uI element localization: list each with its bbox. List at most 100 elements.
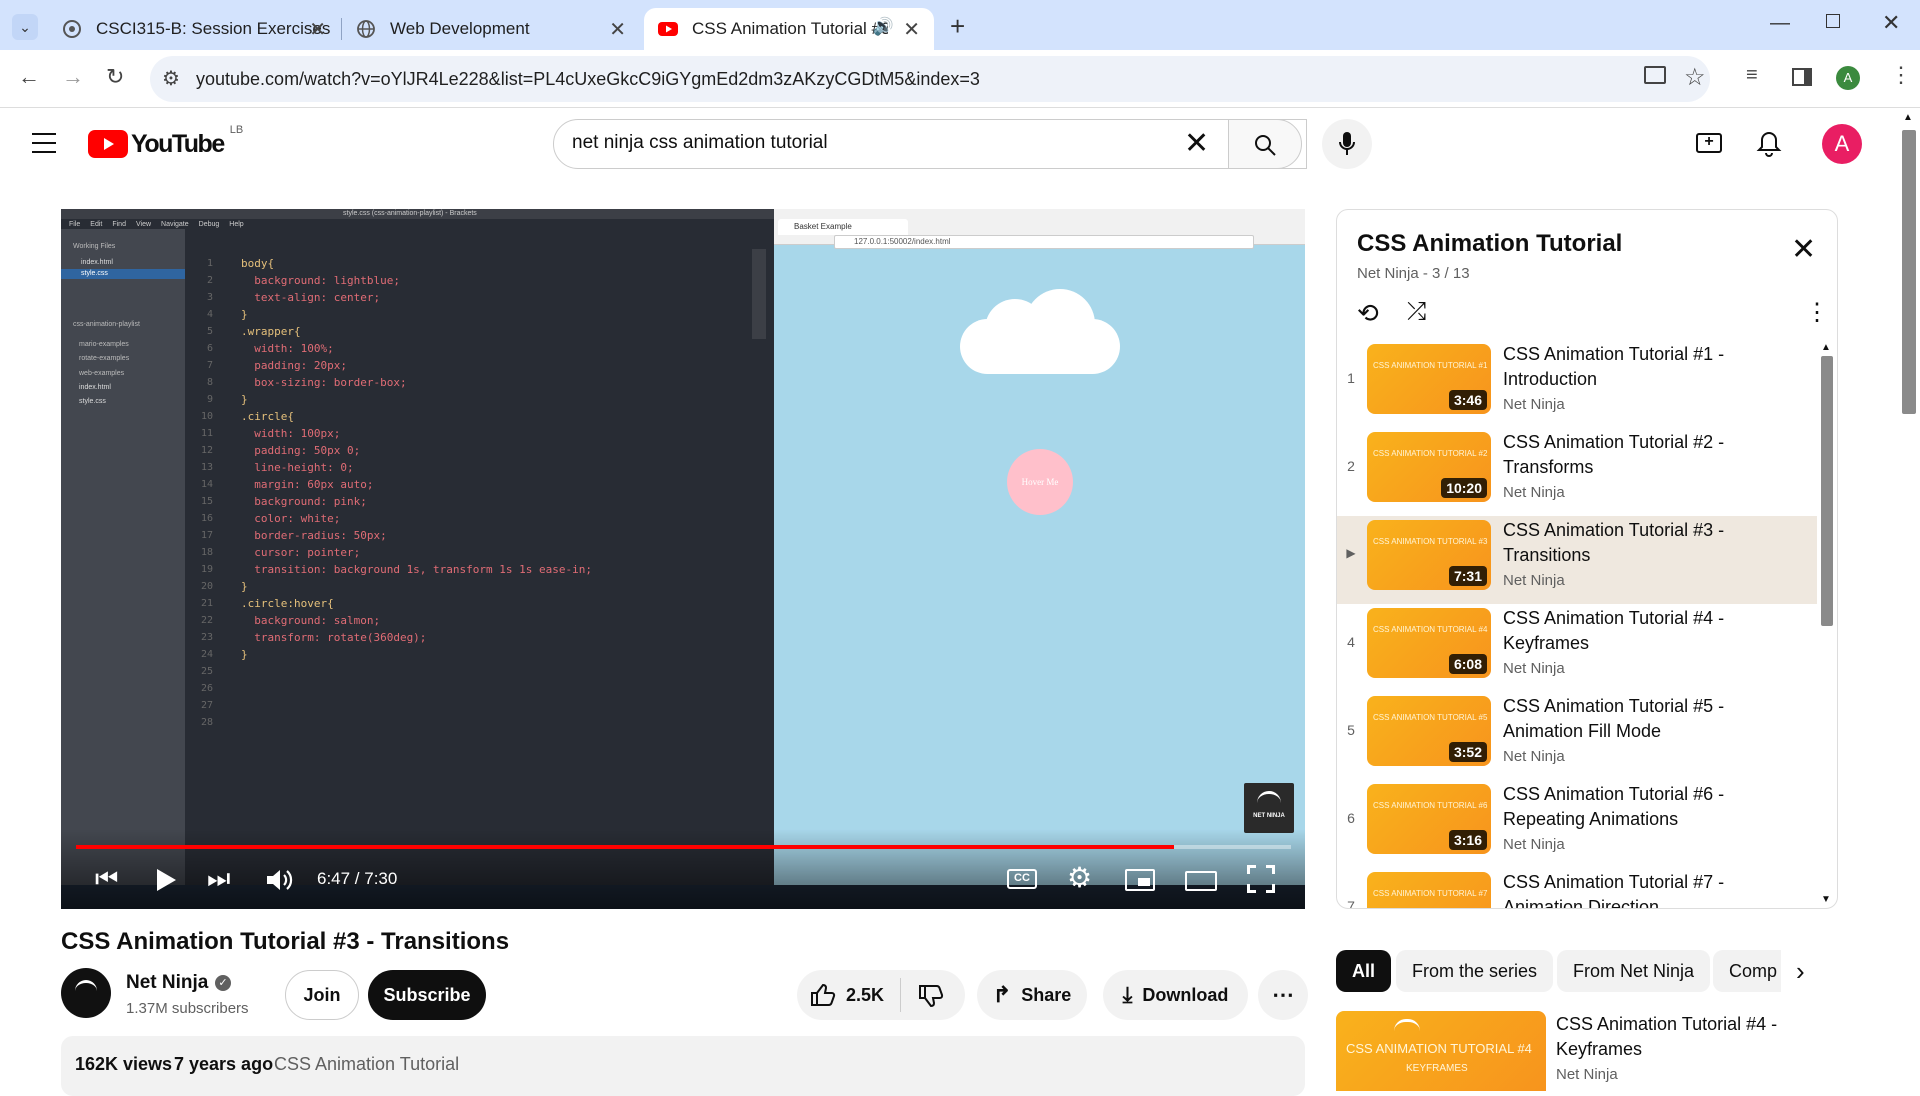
install-app-icon[interactable] [1644, 66, 1666, 84]
url-text[interactable]: youtube.com/watch?v=oYlJR4Le228&list=PL4… [196, 69, 980, 90]
join-button[interactable]: Join [285, 970, 359, 1020]
video-frame-editor: style.css (css-animation-playlist) - Bra… [61, 209, 774, 909]
playlist-scrollbar[interactable] [1821, 356, 1833, 626]
playlist-item[interactable]: 6 CSS ANIMATION TUTORIAL #6 3:16 CSS Anim… [1337, 780, 1817, 868]
chip-from-net-ninja[interactable]: From Net Ninja [1557, 950, 1711, 992]
search-input[interactable] [572, 132, 1172, 154]
speaker-icon[interactable]: 🔊 [873, 17, 894, 37]
playlist-item-current[interactable]: ▶ CSS ANIMATION TUTORIAL #3 7:31 CSS Anim… [1337, 516, 1817, 604]
next-icon[interactable]: ⏭ [207, 863, 230, 895]
bookmark-star-icon[interactable]: ☆ [1684, 63, 1706, 92]
progress-bar[interactable] [76, 845, 1291, 849]
thumbs-up-icon[interactable] [810, 983, 836, 1007]
line-number: 11 [201, 428, 214, 439]
previous-icon[interactable]: ⏮ [95, 863, 118, 895]
hover-circle: Hover Me [1007, 449, 1073, 515]
clear-search-icon[interactable]: ✕ [1184, 126, 1209, 161]
tab-search-icon[interactable]: ⌄ [12, 14, 38, 40]
hamburger-menu-icon[interactable] [32, 133, 56, 153]
code-line: background: pink; [241, 495, 367, 508]
youtube-favicon-icon [658, 22, 678, 36]
tab-web-development[interactable]: Web Development ✕ [342, 8, 640, 50]
code-line: .circle{ [241, 410, 294, 423]
search-button[interactable] [1228, 119, 1302, 169]
line-numbers: 1 2 3 4 5 6 7 8 9 10 11 12 13 14 15 16 17 18 19 20 21 22 23 24 2… [201, 255, 213, 731]
share-button[interactable]: ↱ Share [977, 970, 1087, 1020]
tab-title: Web Development [390, 19, 530, 38]
code-line: width: 100%; [241, 342, 334, 355]
volume-icon[interactable] [265, 867, 295, 893]
recommended-title[interactable]: CSS Animation Tutorial #4 - Keyframes [1556, 1012, 1816, 1062]
fullscreen-icon[interactable] [1247, 865, 1275, 893]
recommended-thumbnail[interactable]: CSS ANIMATION TUTORIAL #4 KEYFRAMES [1336, 1011, 1546, 1091]
page-scrollbar[interactable] [1902, 130, 1916, 414]
close-icon[interactable]: ✕ [903, 17, 920, 42]
playlist-title[interactable]: CSS Animation Tutorial [1357, 230, 1622, 258]
theater-mode-icon[interactable] [1185, 871, 1217, 891]
close-playlist-icon[interactable]: ✕ [1791, 232, 1816, 267]
code-line: margin: 60px auto; [241, 478, 374, 491]
back-icon[interactable]: ← [18, 64, 40, 90]
code-line: text-align: center; [241, 291, 381, 304]
voice-search-button[interactable] [1322, 119, 1372, 169]
page-scroll-up-icon[interactable]: ▲ [1903, 112, 1913, 123]
chevron-right-icon[interactable]: › [1796, 956, 1805, 987]
settings-gear-icon[interactable]: ⚙ [1067, 861, 1092, 894]
media-control-icon[interactable]: ≡ [1746, 64, 1758, 87]
minimize-icon[interactable]: — [1770, 12, 1790, 35]
shuffle-icon[interactable]: ⤮ [1407, 298, 1426, 326]
search-box[interactable]: ✕ [553, 119, 1307, 169]
reload-icon[interactable]: ↻ [106, 64, 124, 90]
scroll-up-icon[interactable]: ▲ [1821, 342, 1831, 353]
site-info-icon[interactable]: ⚙ [162, 66, 180, 91]
forward-icon[interactable]: → [62, 64, 84, 90]
chip-all[interactable]: All [1336, 950, 1392, 992]
playlist-item[interactable]: 1 CSS ANIMATION TUTORIAL #1 3:46 CSS Anim… [1337, 340, 1817, 428]
captions-icon[interactable]: CC [1007, 869, 1037, 889]
tab-css-animation[interactable]: CSS Animation Tutorial #3 - 🔊 ✕ [644, 8, 934, 50]
playlist-menu-icon[interactable]: ⋮ [1805, 298, 1829, 327]
video-thumbnail: CSS ANIMATION TUTORIAL #3 7:31 [1367, 520, 1491, 590]
thumbs-down-icon[interactable] [918, 984, 944, 1008]
code-line: transform: rotate(360deg); [241, 631, 427, 644]
chip-comp[interactable]: Comp [1713, 950, 1781, 992]
description-box[interactable]: 162K views 7 years ago CSS Animation Tut… [61, 1036, 1305, 1096]
channel-avatar[interactable] [61, 968, 111, 1018]
account-avatar[interactable]: A [1822, 124, 1862, 164]
code-line: cursor: pointer; [241, 546, 361, 559]
close-window-icon[interactable]: ✕ [1882, 10, 1900, 36]
close-icon[interactable]: ✕ [609, 17, 626, 42]
close-icon[interactable]: ✕ [309, 17, 326, 42]
scroll-down-icon[interactable]: ▼ [1821, 894, 1831, 905]
profile-avatar[interactable]: A [1836, 66, 1860, 90]
playlist-item[interactable]: 5 CSS ANIMATION TUTORIAL #5 3:52 CSS Anim… [1337, 692, 1817, 780]
chip-from-series[interactable]: From the series [1396, 950, 1554, 992]
side-panel-icon[interactable] [1792, 68, 1812, 86]
channel-name[interactable]: Net Ninja [126, 972, 208, 994]
code-line: padding: 20px; [241, 359, 347, 372]
playlist-link[interactable]: CSS Animation Tutorial [274, 1054, 459, 1075]
video-thumbnail: CSS ANIMATION TUTORIAL #5 3:52 [1367, 696, 1491, 766]
playlist-item[interactable]: 7 CSS ANIMATION TUTORIAL #7 CSS Animatio… [1337, 868, 1817, 908]
video-player[interactable]: style.css (css-animation-playlist) - Bra… [61, 209, 1305, 909]
code-line: padding: 50px 0; [241, 444, 361, 457]
youtube-logo-icon [88, 130, 128, 158]
tab-session-exercises[interactable]: CSCI315-B: Session Exercises ✕ [48, 8, 340, 50]
subscribe-button[interactable]: Subscribe [368, 970, 486, 1020]
playlist-item[interactable]: 4 CSS ANIMATION TUTORIAL #4 6:08 CSS Anim… [1337, 604, 1817, 692]
upload-age: 7 years ago [174, 1054, 274, 1074]
restore-icon[interactable] [1826, 14, 1840, 28]
miniplayer-icon[interactable] [1125, 869, 1155, 891]
new-tab-button[interactable]: + [950, 11, 965, 42]
line-number: 16 [201, 513, 214, 524]
kebab-menu-icon[interactable]: ⋮ [1890, 62, 1912, 88]
download-button[interactable]: ⤓ Download [1103, 970, 1248, 1020]
youtube-logo[interactable]: YouTube LB [88, 124, 243, 160]
like-count[interactable]: 2.5K [846, 985, 884, 1006]
play-icon[interactable] [155, 868, 177, 892]
playlist-item[interactable]: 2 CSS ANIMATION TUTORIAL #2 10:20 CSS Ani… [1337, 428, 1817, 516]
notifications-bell-icon[interactable] [1756, 130, 1782, 158]
create-video-icon[interactable]: + [1696, 133, 1722, 153]
more-actions-button[interactable]: ⋯ [1258, 970, 1308, 1020]
loop-icon[interactable]: ⟲ [1357, 298, 1379, 329]
